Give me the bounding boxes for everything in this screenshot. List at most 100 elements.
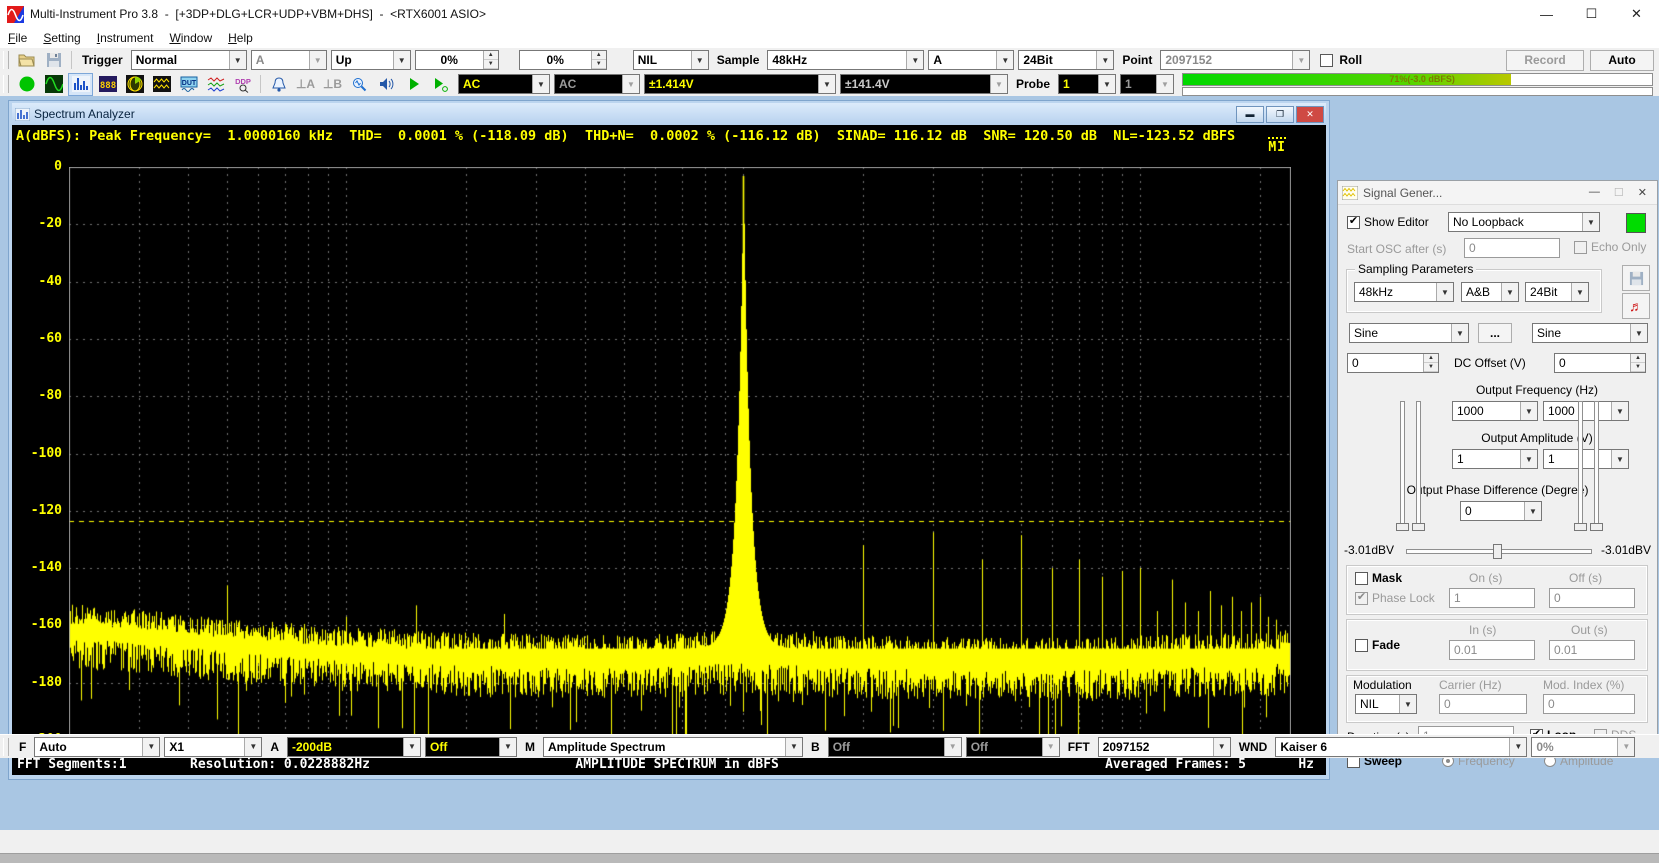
amplitude-slider-a1[interactable] bbox=[1400, 401, 1405, 531]
menu-item-help[interactable]: Help bbox=[220, 28, 261, 48]
sg-close-button[interactable]: ✕ bbox=[1638, 186, 1647, 199]
trigger-delay-stepper[interactable]: 0%▲▼ bbox=[519, 50, 607, 70]
mask-row: Mask bbox=[1355, 571, 1402, 585]
fade-label: Fade bbox=[1372, 638, 1400, 652]
trigger-edge-select[interactable]: Up▼ bbox=[331, 50, 411, 70]
sampling-parameters-legend: Sampling Parameters bbox=[1355, 262, 1476, 276]
close-button[interactable]: ✕ bbox=[1614, 0, 1659, 28]
slider-handle-b2[interactable] bbox=[1590, 523, 1603, 531]
amplitude-b-select[interactable]: 1▼ bbox=[1543, 449, 1629, 469]
sg-rate-select[interactable]: 48kHz▼ bbox=[1354, 282, 1454, 302]
spectrum-analyzer-icon[interactable] bbox=[68, 73, 93, 96]
oscilloscope-icon[interactable] bbox=[14, 73, 39, 96]
trigger-mode-select[interactable]: Normal▼ bbox=[131, 50, 247, 70]
open-folder-icon[interactable] bbox=[14, 49, 39, 72]
amplitude-slider-a2[interactable] bbox=[1416, 401, 1421, 531]
shift-a-select[interactable]: Off▼ bbox=[425, 737, 517, 757]
menu-item-instrument[interactable]: Instrument bbox=[89, 28, 162, 48]
save-icon[interactable] bbox=[41, 49, 66, 72]
fade-checkbox[interactable] bbox=[1355, 639, 1368, 652]
probe-b-select: 1▼ bbox=[1120, 74, 1174, 94]
frequency-axis-select[interactable]: Auto▼ bbox=[34, 737, 160, 757]
phase-lock-row: Phase Lock bbox=[1355, 591, 1435, 605]
fft-size-select[interactable]: 2097152▼ bbox=[1098, 737, 1231, 757]
spectrum-3d-plot-icon[interactable] bbox=[122, 73, 147, 96]
output-frequency-label: Output Frequency (Hz) bbox=[1428, 383, 1646, 397]
trigger-coupling-select[interactable]: NIL▼ bbox=[633, 50, 709, 70]
spectrum-window-icon bbox=[15, 108, 30, 121]
ddp-viewer-icon[interactable]: DDP bbox=[230, 73, 255, 96]
signal-generator-titlebar[interactable]: Signal Gener... — ☐ ✕ bbox=[1338, 181, 1657, 205]
sound-device-icon[interactable] bbox=[374, 73, 399, 96]
sg-minimize-button[interactable]: — bbox=[1589, 186, 1600, 199]
auto-button[interactable]: Auto bbox=[1590, 50, 1654, 71]
modulation-select[interactable]: NIL▼ bbox=[1355, 694, 1417, 714]
phase-select[interactable]: 0▼ bbox=[1460, 501, 1542, 521]
multimeter-icon[interactable]: 888 bbox=[95, 73, 120, 96]
y-tick-label: -60 bbox=[39, 331, 62, 346]
spectrum-minimize-button[interactable]: ▬ bbox=[1236, 106, 1264, 123]
app-logo-icon bbox=[7, 6, 24, 23]
toolbar-display: F Auto▼ X1▼ A -200dB▼ Off▼ M Amplitude S… bbox=[0, 734, 1659, 758]
signal-generator-icon[interactable] bbox=[41, 73, 66, 96]
mode-select[interactable]: Amplitude Spectrum▼ bbox=[543, 737, 803, 757]
start-osc-label: Start OSC after (s) bbox=[1347, 242, 1446, 256]
derived-data-icon[interactable] bbox=[203, 73, 228, 96]
a-label: A bbox=[264, 740, 285, 754]
spectrum-close-button[interactable]: ✕ bbox=[1296, 106, 1324, 123]
show-editor-checkbox[interactable] bbox=[1347, 216, 1360, 229]
dc-offset-a-stepper[interactable]: 0▲▼ bbox=[1347, 353, 1439, 373]
spectrum-canvas[interactable] bbox=[69, 167, 1291, 740]
toolbar-grip[interactable] bbox=[3, 75, 9, 93]
range-a-select[interactable]: ±1.414V▼ bbox=[644, 74, 836, 94]
sample-rate-select[interactable]: 48kHz▼ bbox=[767, 50, 924, 70]
amplitude-slider-b1[interactable] bbox=[1578, 401, 1583, 531]
loopback-select[interactable]: No Loopback▼ bbox=[1448, 212, 1600, 232]
zoom-select[interactable]: X1▼ bbox=[164, 737, 262, 757]
waveform-b-select[interactable]: Sine▼ bbox=[1532, 323, 1648, 343]
output-on-indicator[interactable] bbox=[1626, 213, 1646, 233]
menu-item-file[interactable]: File bbox=[0, 28, 35, 48]
lcr-meter-icon[interactable]: DUT bbox=[176, 73, 201, 96]
window-function-select[interactable]: Kaiser 6▼ bbox=[1275, 737, 1527, 757]
calibration-icon[interactable] bbox=[347, 73, 372, 96]
spectrum-window-titlebar[interactable]: Spectrum Analyzer ▬ ❐ ✕ bbox=[12, 103, 1326, 125]
frequency-a-select[interactable]: 1000▼ bbox=[1452, 401, 1538, 421]
amplitude-slider-b2[interactable] bbox=[1594, 401, 1599, 531]
run-icon[interactable] bbox=[401, 73, 426, 96]
probe-a-select[interactable]: 1▼ bbox=[1058, 74, 1116, 94]
plot-area[interactable] bbox=[69, 167, 1291, 740]
waveform-a-select[interactable]: Sine▼ bbox=[1349, 323, 1469, 343]
slider-handle-a1[interactable] bbox=[1396, 523, 1409, 531]
menu-item-window[interactable]: Window bbox=[161, 28, 220, 48]
sg-channels-select[interactable]: A&B▼ bbox=[1461, 282, 1519, 302]
sample-channel-select[interactable]: A▼ bbox=[928, 50, 1014, 70]
sample-bits-select[interactable]: 24Bit▼ bbox=[1018, 50, 1114, 70]
toolbar-grip[interactable] bbox=[3, 51, 9, 69]
data-logger-icon[interactable] bbox=[149, 73, 174, 96]
trigger-level-stepper[interactable]: 0%▲▼ bbox=[415, 50, 499, 70]
save-waveform-button[interactable] bbox=[1622, 265, 1650, 291]
balance-slider-handle[interactable] bbox=[1493, 544, 1502, 559]
dc-offset-b-stepper[interactable]: 0▲▼ bbox=[1554, 353, 1646, 373]
waveform-editor-button[interactable]: ... bbox=[1478, 323, 1512, 343]
maximize-button[interactable]: ☐ bbox=[1569, 0, 1614, 28]
alarm-icon[interactable] bbox=[266, 73, 291, 96]
sg-bits-select[interactable]: 24Bit▼ bbox=[1525, 282, 1589, 302]
slider-handle-a2[interactable] bbox=[1412, 523, 1425, 531]
toolbar-grip[interactable] bbox=[3, 738, 9, 756]
coupling-a-select[interactable]: AC▼ bbox=[458, 74, 550, 94]
toolbar-acquisition: Trigger Normal▼ A▼ Up▼ 0%▲▼ 0%▲▼ NIL▼ Sa… bbox=[0, 48, 1659, 73]
amplitude-a-select[interactable]: 1▼ bbox=[1452, 449, 1538, 469]
run-single-icon[interactable] bbox=[428, 73, 453, 96]
spectrum-restore-button[interactable]: ❐ bbox=[1266, 106, 1294, 123]
slider-handle-b1[interactable] bbox=[1574, 523, 1587, 531]
level-left-label: -3.01dBV bbox=[1344, 543, 1394, 557]
frequency-b-select[interactable]: 1000▼ bbox=[1543, 401, 1629, 421]
import-waveform-button[interactable]: ♬ bbox=[1622, 293, 1650, 319]
mask-checkbox[interactable] bbox=[1355, 572, 1368, 585]
menu-item-setting[interactable]: Setting bbox=[35, 28, 88, 48]
range-a-display-select[interactable]: -200dB▼ bbox=[287, 737, 421, 757]
minimize-button[interactable]: — bbox=[1524, 0, 1569, 28]
roll-checkbox[interactable] bbox=[1320, 54, 1333, 67]
